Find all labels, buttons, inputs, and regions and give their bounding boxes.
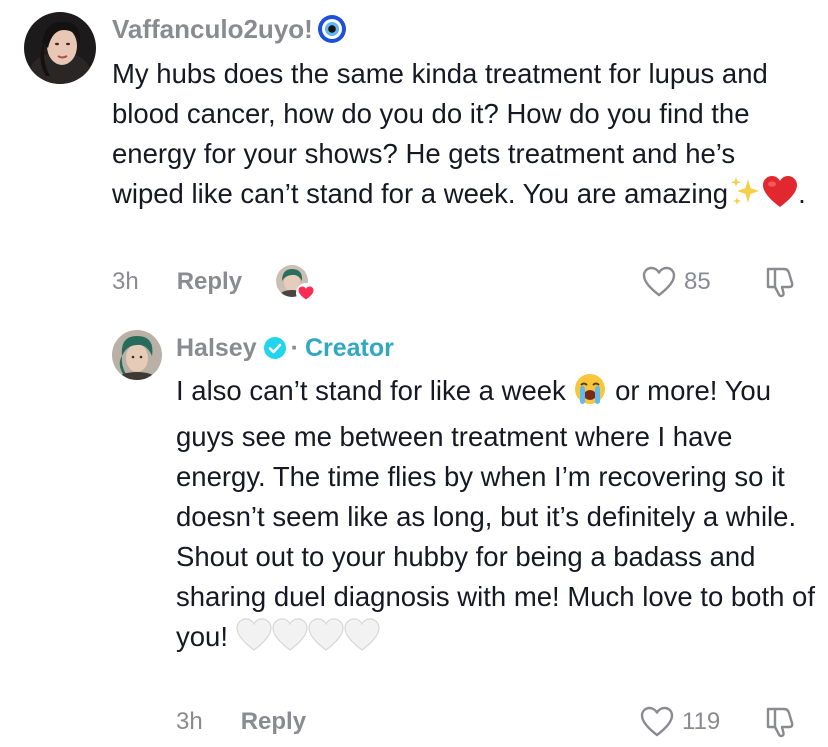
like-count: 119 [682, 708, 721, 735]
username-text[interactable]: Vaffanculo2uyo! [112, 14, 313, 45]
like-control[interactable]: 85 [642, 264, 711, 300]
separator-dot: · [290, 333, 299, 362]
white-heart-icon [236, 618, 272, 663]
reply-button[interactable]: Reply [241, 708, 306, 736]
red-heart-icon [762, 175, 798, 220]
comment-text-end: . [798, 178, 806, 209]
white-heart-icon [308, 618, 344, 663]
liked-by-creator-badge [276, 265, 317, 303]
comment-text: I also can’t stand for like a week or mo… [176, 371, 816, 663]
like-count: 85 [684, 268, 711, 295]
like-control[interactable]: 119 [640, 704, 720, 740]
comment-text-part1: I also can’t stand for like a week [176, 375, 566, 406]
comment: Vaffanculo2uyo! My hubs does the same ki… [0, 0, 828, 318]
creator-avatar[interactable] [112, 330, 162, 380]
comment-text: My hubs does the same kinda treatment fo… [112, 54, 812, 220]
comment-text-part2: or more! You guys see me between treatme… [176, 375, 815, 652]
loudly-crying-face-icon [573, 372, 607, 417]
heart-icon [296, 283, 317, 303]
creator-username-row: Halsey · Creator [176, 332, 394, 364]
timestamp: 3h [176, 708, 203, 735]
white-heart-icon [344, 618, 380, 663]
evil-eye-icon [317, 14, 347, 44]
commenter-avatar[interactable] [24, 12, 96, 84]
timestamp: 3h [112, 268, 139, 295]
creator-label: Creator [304, 333, 394, 362]
comment-meta: 3h Reply [176, 704, 306, 740]
reply-comment: Halsey · Creator I also can’t stand for … [0, 318, 828, 747]
sparkles-icon [728, 175, 762, 220]
verified-badge-icon [263, 336, 287, 360]
heart-outline-icon[interactable] [642, 266, 676, 298]
dislike-icon[interactable] [762, 705, 796, 739]
reply-button[interactable]: Reply [177, 268, 242, 296]
dislike-icon[interactable] [762, 265, 796, 299]
heart-outline-icon[interactable] [640, 706, 674, 738]
comment-meta: 3h Reply [112, 264, 317, 303]
username-text[interactable]: Halsey [176, 334, 257, 363]
white-heart-icon [272, 618, 308, 663]
comment-text-body: My hubs does the same kinda treatment fo… [112, 58, 768, 209]
commenter-username[interactable]: Vaffanculo2uyo! [112, 12, 347, 46]
